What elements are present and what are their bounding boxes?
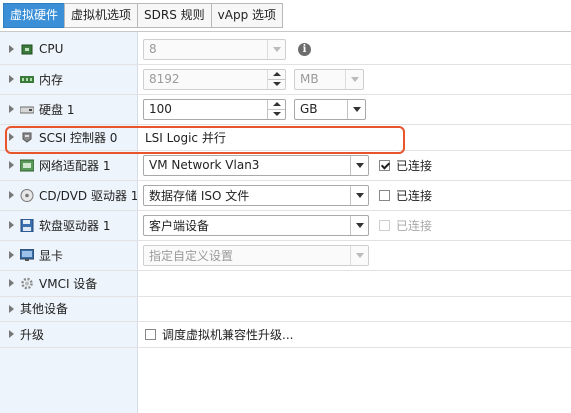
- expand-arrow-icon[interactable]: [9, 279, 14, 287]
- tab-vapp-options[interactable]: vApp 选项: [210, 3, 284, 28]
- other-devices-label[interactable]: 其他设备: [0, 296, 137, 321]
- expand-arrow-icon[interactable]: [9, 75, 14, 83]
- expand-arrow-icon[interactable]: [9, 161, 14, 169]
- network-select[interactable]: VM Network Vlan3: [143, 154, 369, 176]
- expand-arrow-icon[interactable]: [9, 304, 14, 313]
- chevron-down-icon: [350, 185, 368, 205]
- chevron-down-icon: [350, 245, 368, 265]
- network-adapter-icon: [19, 159, 35, 172]
- schedule-upgrade-toggle[interactable]: 调度虚拟机兼容性升级...: [145, 326, 293, 343]
- row-memory: 内存 8192 MB: [0, 64, 571, 95]
- network-label[interactable]: 网络适配器 1: [0, 150, 137, 180]
- cpu-icon: [20, 43, 34, 56]
- cdrom-select[interactable]: 数据存储 ISO 文件: [143, 184, 369, 206]
- row-vmci-device: VMCI 设备: [0, 270, 571, 297]
- chevron-down-icon: [347, 99, 365, 119]
- row-other-devices: 其他设备: [0, 296, 571, 322]
- row-network-adapter: 网络适配器 1 VM Network Vlan3 已连接: [0, 150, 571, 181]
- row-cd-dvd-drive: CD/DVD 驱动器 1 数据存储 ISO 文件 已连接: [0, 180, 571, 211]
- cpu-select[interactable]: 8: [143, 38, 286, 60]
- checkbox[interactable]: [379, 189, 390, 201]
- floppy-disk-icon: [20, 218, 34, 232]
- expand-arrow-icon[interactable]: [9, 330, 14, 338]
- hardware-panel: CPU 8 i 内存 8192 MB 硬盘 1 100 GB SCSI 控制器 …: [0, 31, 571, 413]
- chevron-down-icon: [345, 69, 363, 89]
- tab-virtual-hardware[interactable]: 虚拟硬件: [3, 3, 66, 28]
- video-label[interactable]: 显卡: [0, 240, 137, 270]
- hard-disk-icon: [19, 103, 35, 116]
- expand-arrow-icon[interactable]: [9, 105, 14, 113]
- hard-disk-label[interactable]: 硬盘 1: [0, 94, 137, 124]
- upgrade-label[interactable]: 升级: [0, 321, 137, 347]
- video-select[interactable]: 指定自定义设置: [143, 244, 369, 266]
- cpu-label[interactable]: CPU: [0, 34, 137, 64]
- memory-stepper[interactable]: 8192: [143, 68, 286, 90]
- cdrom-label[interactable]: CD/DVD 驱动器 1: [0, 180, 137, 210]
- floppy-connected-toggle[interactable]: 已连接: [379, 217, 432, 234]
- floppy-label[interactable]: 软盘驱动器 1: [0, 210, 137, 240]
- cd-dvd-icon: [20, 188, 34, 202]
- row-hard-disk: 硬盘 1 100 GB: [0, 94, 571, 125]
- chevron-down-icon: [350, 155, 368, 175]
- row-cpu: CPU 8 i: [0, 34, 571, 65]
- checkbox[interactable]: [379, 219, 390, 231]
- disk-unit-select[interactable]: GB: [294, 98, 366, 120]
- vmci-label[interactable]: VMCI 设备: [0, 270, 137, 296]
- expand-arrow-icon[interactable]: [9, 251, 14, 259]
- checkbox[interactable]: [379, 159, 390, 171]
- tab-vm-options[interactable]: 虚拟机选项: [64, 3, 139, 28]
- chevron-down-icon: [267, 39, 285, 59]
- checkbox[interactable]: [145, 328, 156, 340]
- gear-icon: [20, 277, 34, 290]
- network-connected-toggle[interactable]: 已连接: [379, 157, 432, 174]
- memory-icon: [20, 73, 34, 86]
- tab-bar: 虚拟硬件 虚拟机选项 SDRS 规则 vApp 选项: [3, 3, 284, 28]
- expand-arrow-icon[interactable]: [9, 191, 14, 199]
- expand-arrow-icon[interactable]: [9, 45, 14, 53]
- disk-size-stepper[interactable]: 100: [143, 98, 286, 120]
- hard-disk-highlight: [5, 126, 405, 154]
- chevron-down-icon: [350, 215, 368, 235]
- memory-label[interactable]: 内存: [0, 64, 137, 94]
- row-floppy-drive: 软盘驱动器 1 客户端设备 已连接: [0, 210, 571, 241]
- monitor-icon: [19, 248, 35, 262]
- floppy-select[interactable]: 客户端设备: [143, 214, 369, 236]
- row-video-card: 显卡 指定自定义设置: [0, 240, 571, 271]
- tab-sdrs-rules[interactable]: SDRS 规则: [137, 3, 212, 28]
- cdrom-connected-toggle[interactable]: 已连接: [379, 187, 432, 204]
- row-upgrade: 升级 调度虚拟机兼容性升级...: [0, 321, 571, 348]
- info-icon[interactable]: i: [298, 42, 311, 56]
- memory-unit-select[interactable]: MB: [294, 68, 364, 90]
- expand-arrow-icon[interactable]: [9, 221, 14, 229]
